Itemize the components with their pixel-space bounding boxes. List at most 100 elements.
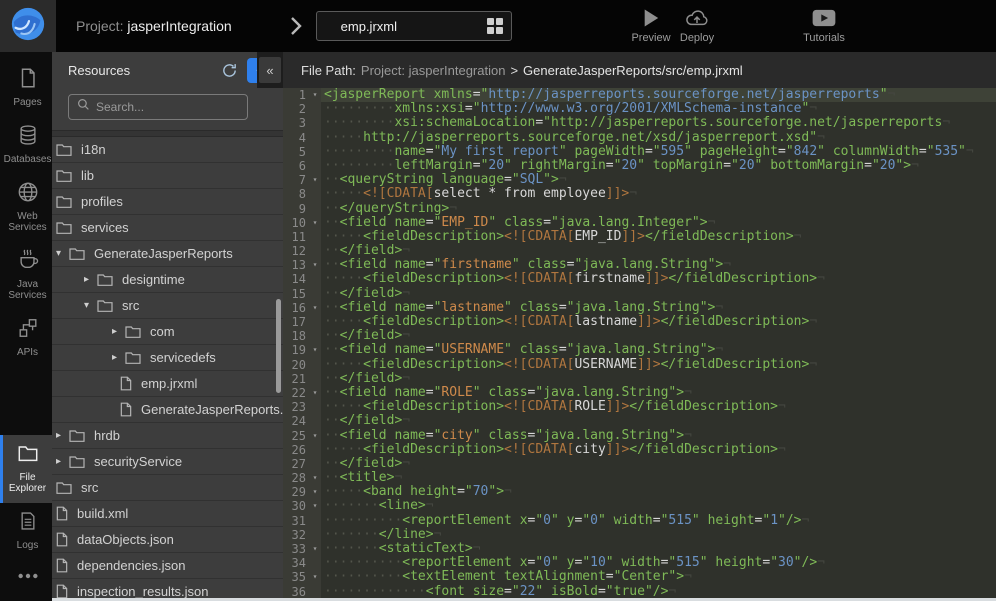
fold-gutter	[309, 400, 321, 414]
sidebar-item-pages[interactable]: Pages	[0, 60, 52, 117]
fold-gutter	[309, 272, 321, 286]
code-line-5: 5·········name="My first report" pageWid…	[283, 145, 996, 159]
chevron-right-icon[interactable]: ▸	[112, 352, 125, 363]
tree-item-generatejasperreports[interactable]: ▾GenerateJasperReports	[52, 241, 283, 267]
fold-toggle-icon[interactable]: ▾	[309, 343, 321, 357]
code-editor[interactable]: 1▾<jasperReport xmlns="http://jasperrepo…	[283, 88, 996, 601]
tree-item-build-xml[interactable]: build.xml	[52, 501, 283, 527]
fold-gutter	[309, 414, 321, 428]
fold-gutter	[309, 443, 321, 457]
sidebar-item-file-explorer[interactable]: File Explorer	[0, 435, 52, 503]
code-line-36: 36·············<font size="22" isBold="t…	[283, 585, 996, 599]
database-icon	[17, 124, 39, 151]
code-line-16: 16▾··<field name="lastname" class="java.…	[283, 301, 996, 315]
search-input[interactable]	[96, 100, 251, 114]
code-line-4: 4·····http://jasperreports.sourceforge.n…	[283, 131, 996, 145]
chevron-right-icon[interactable]: ▸	[56, 430, 69, 441]
folder-icon	[56, 221, 72, 235]
tree-item-emp-jrxml[interactable]: emp.jrxml	[52, 371, 283, 397]
file-tab-label: emp.jrxml	[341, 19, 487, 34]
tree-item-lib[interactable]: lib	[52, 163, 283, 189]
tree-item-label: servicedefs	[150, 350, 216, 365]
app-logo[interactable]	[0, 0, 56, 52]
line-number: 24	[283, 414, 309, 428]
fold-toggle-icon[interactable]: ▾	[309, 542, 321, 556]
tree-item-services[interactable]: services	[52, 215, 283, 241]
tree-item-generatejasperreports-s[interactable]: GenerateJasperReports.s	[52, 397, 283, 423]
chevron-right-icon[interactable]: ▸	[56, 456, 69, 467]
tree-item-dependencies-json[interactable]: dependencies.json	[52, 553, 283, 579]
tree-item-label: services	[81, 220, 129, 235]
chevron-right-icon[interactable]: ▸	[84, 274, 97, 285]
code-line-30: 30▾·······<line>¬	[283, 499, 996, 513]
tree-item-i18n[interactable]: i18n	[52, 137, 283, 163]
code-line-content: ·········xmlns:xsi="http://www.w3.org/20…	[321, 102, 996, 116]
tree-item-designtime[interactable]: ▸designtime	[52, 267, 283, 293]
fold-toggle-icon[interactable]: ▾	[309, 429, 321, 443]
fold-gutter	[309, 528, 321, 542]
sidebar-item-java-services[interactable]: Java Services	[0, 242, 52, 310]
fold-toggle-icon[interactable]: ▾	[309, 173, 321, 187]
chevron-right-icon[interactable]: ▸	[112, 326, 125, 337]
fold-gutter	[309, 372, 321, 386]
fold-toggle-icon[interactable]: ▾	[309, 258, 321, 272]
app-window: Project: jasperIntegration emp.jrxml Pre…	[0, 0, 996, 601]
line-number: 9	[283, 202, 309, 216]
chevron-down-icon[interactable]: ▾	[84, 300, 97, 311]
fold-toggle-icon[interactable]: ▾	[309, 570, 321, 584]
tree-item-dataobjects-json[interactable]: dataObjects.json	[52, 527, 283, 553]
line-number: 18	[283, 329, 309, 343]
tree-item-label: build.xml	[77, 506, 128, 521]
file-icon	[56, 532, 68, 547]
tree-item-profiles[interactable]: profiles	[52, 189, 283, 215]
tree-item-servicedefs[interactable]: ▸ servicedefs	[52, 345, 283, 371]
code-line-7: 7▾··<queryString language="SQL">¬	[283, 173, 996, 187]
chevron-down-icon[interactable]: ▾	[56, 248, 69, 259]
sidebar-item-more[interactable]	[0, 560, 52, 601]
code-line-29: 29▾·····<band height="70">¬	[283, 485, 996, 499]
line-number: 7	[283, 173, 309, 187]
code-line-23: 23·····<fieldDescription><![CDATA[ROLE]]…	[283, 400, 996, 414]
fold-toggle-icon[interactable]: ▾	[309, 216, 321, 230]
tree-item-securityservice[interactable]: ▸securityService	[52, 449, 283, 475]
search-icon	[77, 98, 90, 116]
fold-toggle-icon[interactable]: ▾	[309, 471, 321, 485]
tree-item-src[interactable]: ▾src	[52, 293, 283, 319]
folder-icon	[17, 442, 39, 469]
video-icon	[811, 6, 837, 30]
line-number: 4	[283, 131, 309, 145]
tutorials-button[interactable]: Tutorials	[794, 6, 854, 44]
code-line-content: ·············<font size="22" isBold="tru…	[321, 585, 996, 599]
fold-toggle-icon[interactable]: ▾	[309, 485, 321, 499]
top-actions: Preview Deploy Tutorials	[628, 6, 854, 44]
code-line-content: ··········<textElement textAlignment="Ce…	[321, 570, 996, 584]
tree-item-label: profiles	[81, 194, 123, 209]
refresh-button[interactable]	[217, 58, 241, 82]
fold-toggle-icon[interactable]: ▾	[309, 301, 321, 315]
preview-button[interactable]: Preview	[628, 6, 674, 44]
file-tab[interactable]: emp.jrxml	[316, 11, 512, 41]
project-indicator: Project: jasperIntegration	[76, 18, 232, 34]
code-line-content: ·····<fieldDescription><![CDATA[ROLE]]><…	[321, 400, 996, 414]
tree-item-label: lib	[81, 168, 94, 183]
deploy-button[interactable]: Deploy	[674, 6, 720, 44]
folder-icon	[69, 455, 85, 469]
collapse-panel-button[interactable]: «	[259, 57, 281, 83]
sidebar-item-logs[interactable]: Logs	[0, 503, 52, 560]
fold-toggle-icon[interactable]: ▾	[309, 88, 321, 102]
sidebar-item-databases[interactable]: Databases	[0, 117, 52, 174]
tree-item-src[interactable]: src	[52, 475, 283, 501]
folder-icon	[69, 429, 85, 443]
resources-panel: Resources + « i18nlib	[52, 52, 283, 601]
tree-item-hrdb[interactable]: ▸hrdb	[52, 423, 283, 449]
sidebar-item-web-services[interactable]: Web Services	[0, 174, 52, 242]
file-icon	[56, 584, 68, 599]
fold-toggle-icon[interactable]: ▾	[309, 386, 321, 400]
tree-item-com[interactable]: ▸com	[52, 319, 283, 345]
action-label: Deploy	[680, 32, 714, 44]
tree-scrollbar[interactable]	[276, 299, 281, 393]
fold-toggle-icon[interactable]: ▾	[309, 499, 321, 513]
grid-icon[interactable]	[487, 18, 503, 34]
sidebar-item-apis[interactable]: APIs	[0, 310, 52, 367]
main-area: File Path: Project: jasperIntegration > …	[283, 52, 996, 601]
